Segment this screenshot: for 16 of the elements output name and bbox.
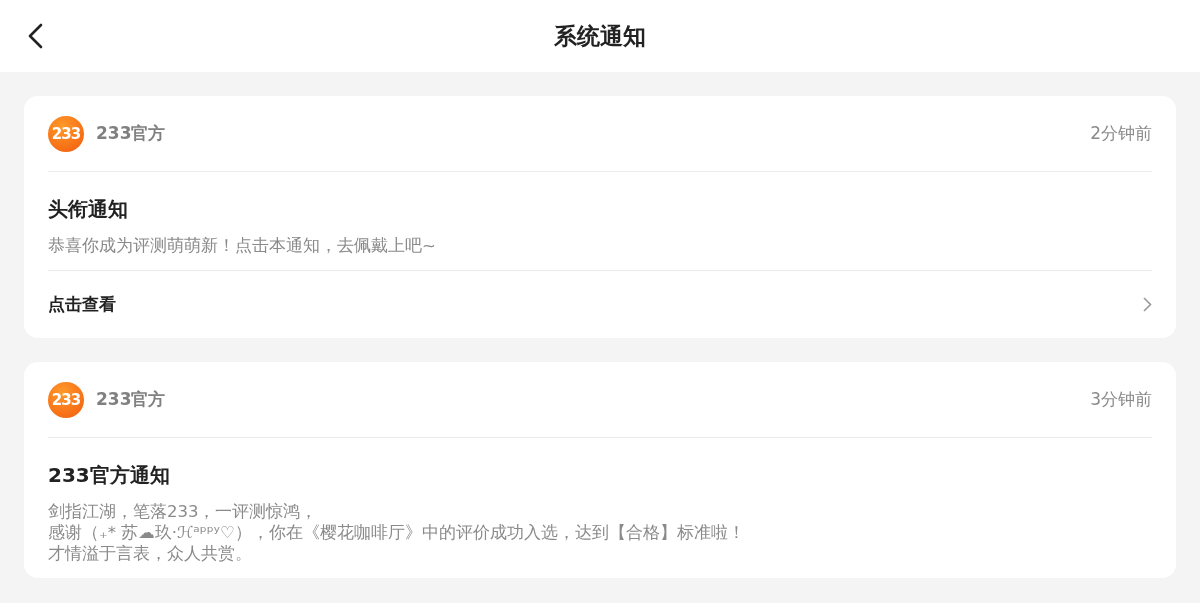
chevron-right-icon <box>1143 297 1152 312</box>
logo: 233 <box>48 115 84 152</box>
back-icon <box>27 23 43 49</box>
message-text: 剑指江湖，笔落233，一评测惊鸿， <box>48 501 319 522</box>
view-button[interactable]: 点击查看 <box>48 270 1152 338</box>
message-text: 感谢（₊* 苏☁玖·ℋᵃᵖᵖʸ♡），你在《樱花咖啡厅》中的评价成功入选，达到【合格】标准啦！ <box>48 522 746 543</box>
page-title: 系统通知 <box>554 21 646 51</box>
message-text: 恭喜你成为评测萌萌新！点击本通知，去佩戴上吧~ <box>48 235 437 256</box>
sender-name: 233官方 <box>96 122 167 145</box>
message-text: 才情溢于言表，众人共赏。 <box>48 543 253 564</box>
sender-name: 233官方 <box>96 388 167 411</box>
timestamp: 2分钟前 <box>1090 122 1152 145</box>
notification-title: 头衔通知 <box>48 196 129 223</box>
notification-title: 233官方通知 <box>48 462 171 489</box>
timestamp: 3分钟前 <box>1090 388 1152 411</box>
logo: 233 <box>48 381 84 418</box>
